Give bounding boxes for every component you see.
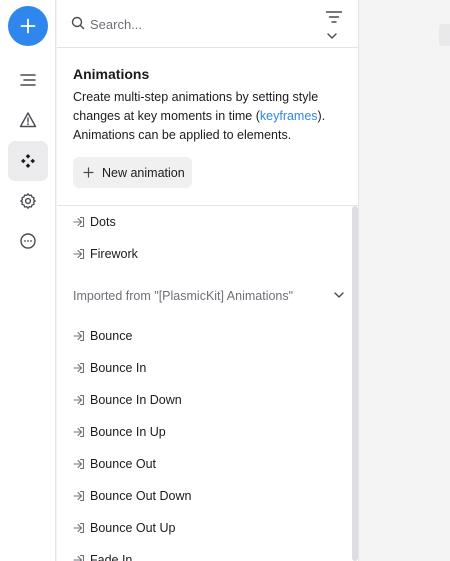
list-scrollbar[interactable]	[352, 206, 358, 561]
animation-item-label: Bounce Out	[90, 457, 157, 471]
plus-icon	[83, 167, 94, 178]
animation-enter-icon	[73, 458, 85, 470]
animation-item-label: Bounce In Down	[90, 393, 182, 407]
animation-item[interactable]: Bounce In Down	[73, 388, 343, 412]
outline-button[interactable]	[8, 60, 48, 100]
left-rail	[0, 0, 56, 561]
filter-icon[interactable]	[325, 10, 343, 24]
search-input[interactable]	[90, 14, 290, 34]
search-bar	[57, 0, 358, 48]
animation-enter-icon	[73, 490, 85, 502]
animation-item-label: Bounce Out Up	[90, 521, 176, 535]
animation-enter-icon	[73, 216, 85, 228]
settings-button[interactable]	[8, 181, 48, 221]
animation-enter-icon	[73, 248, 85, 260]
settings-icon	[20, 193, 36, 209]
animation-enter-icon	[73, 554, 85, 561]
animation-item-label: Firework	[90, 247, 138, 261]
animation-enter-icon	[73, 394, 85, 406]
animation-item[interactable]: Bounce In Up	[73, 420, 343, 444]
animation-item-label: Bounce In Up	[90, 425, 166, 439]
add-button[interactable]	[8, 6, 48, 46]
animation-item-label: Dots	[90, 215, 116, 229]
chevron-down-icon[interactable]	[326, 30, 338, 42]
plus-icon	[20, 18, 36, 34]
chevron-down-icon	[334, 292, 344, 298]
animation-enter-icon	[73, 522, 85, 534]
more-button[interactable]	[8, 221, 48, 261]
animation-item[interactable]: Bounce	[73, 324, 343, 348]
animation-item[interactable]: Bounce Out Down	[73, 484, 343, 508]
imported-group-label: Imported from "[PlasmicKit] Animations"	[73, 289, 294, 303]
animation-item-label: Bounce Out Down	[90, 489, 192, 503]
animation-item[interactable]: Firework	[73, 242, 343, 266]
divider	[57, 205, 358, 206]
imported-group-header[interactable]: Imported from "[PlasmicKit] Animations"	[73, 284, 344, 308]
outline-icon	[20, 74, 36, 86]
animation-item[interactable]: Bounce Out	[73, 452, 343, 476]
animation-item[interactable]: Bounce In	[73, 356, 343, 380]
animation-enter-icon	[73, 426, 85, 438]
canvas-handle[interactable]	[439, 24, 450, 46]
section-description: Create multi-step animations by setting …	[73, 88, 343, 145]
more-icon	[20, 233, 36, 249]
animation-item-label: Fade In	[90, 553, 133, 561]
section-title: Animations	[73, 66, 150, 82]
section-header: Animations Create multi-step animations …	[73, 64, 345, 145]
keyframes-link[interactable]: keyframes	[260, 109, 318, 123]
components-icon	[21, 154, 35, 168]
animation-enter-icon	[73, 362, 85, 374]
components-button[interactable]	[8, 141, 48, 181]
new-animation-label: New animation	[102, 165, 185, 180]
search-icon	[71, 16, 85, 30]
animation-item-label: Bounce In	[90, 361, 147, 375]
animations-panel: Animations Create multi-step animations …	[57, 0, 359, 561]
animation-item[interactable]: Bounce Out Up	[73, 516, 343, 540]
animation-item[interactable]: Fade In	[73, 548, 343, 561]
animation-enter-icon	[73, 330, 85, 342]
canvas-area[interactable]	[360, 0, 450, 561]
animation-item[interactable]: Dots	[73, 210, 343, 234]
new-animation-button[interactable]: New animation	[73, 157, 192, 188]
animation-item-label: Bounce	[90, 329, 133, 343]
warning-icon	[19, 112, 37, 128]
warnings-button[interactable]	[8, 100, 48, 140]
